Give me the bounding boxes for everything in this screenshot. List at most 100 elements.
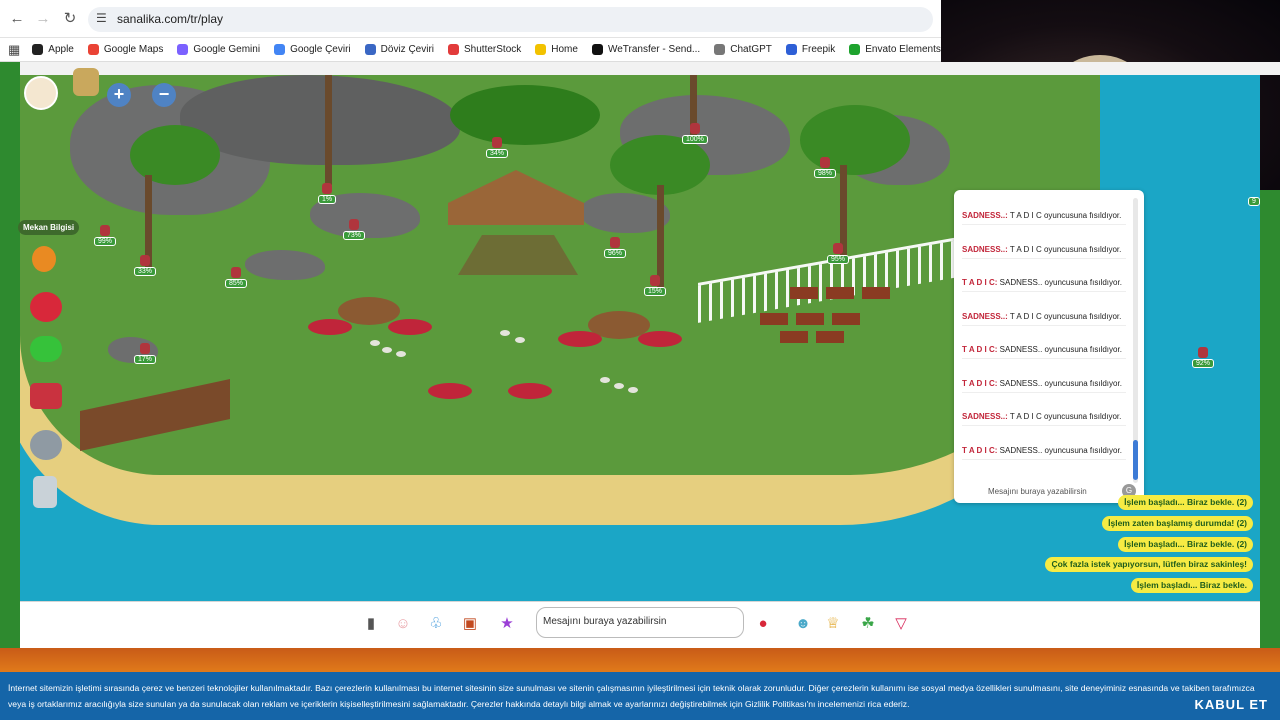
pet-icon[interactable]: ☻ [790,611,816,637]
bookmark-favicon-icon [535,44,547,55]
bookmark-favicon-icon [448,44,459,55]
bookmark-item[interactable]: Home [535,44,578,55]
chat-scroll-thumb[interactable] [1133,440,1138,480]
address-bar[interactable]: ☰ sanalika.com/tr/play [88,7,933,32]
bookmark-item[interactable]: Envato Elements:... [849,44,952,55]
settings-gear-icon[interactable] [30,430,62,460]
bookmark-favicon-icon [591,44,603,55]
phone-icon[interactable]: ▮ [358,611,384,637]
bookmark-item[interactable]: Google Maps [87,44,163,55]
bookmark-label: Freepik [801,44,836,55]
player-avatar-button[interactable] [24,76,58,110]
bookmark-item[interactable]: ChatGPT [714,44,772,55]
island-icon[interactable]: ☘ [855,611,881,637]
locked-item-marker[interactable]: 96% [604,237,627,258]
locked-item-marker[interactable]: 1% [318,183,337,204]
bookmark-label: WeTransfer - Send... [607,44,701,55]
system-notification: İşlem zaten başlamış durumda! (2) [1102,515,1253,531]
chat-message: T A D I C: SADNESS.. oyuncusuna fısıldıy… [962,445,1126,460]
jungle-border-left [0,62,20,672]
locked-item-marker[interactable]: 95% [827,243,850,264]
picnic-table[interactable] [338,297,400,325]
zoom-in-icon[interactable]: + [107,83,131,107]
bookmark-item[interactable]: Freepik [785,44,836,55]
emote-chat-icon[interactable]: ● [750,611,776,637]
locked-item-marker[interactable]: 9 [1248,197,1260,206]
locked-item-marker[interactable]: 17% [134,343,157,364]
cushion [388,319,432,335]
bookmark-label: ChatGPT [730,44,772,55]
chest-icon[interactable]: ▣ [457,611,483,637]
dance-icon[interactable]: ★ [494,611,520,637]
locked-item-marker[interactable]: 33% [134,255,157,276]
badge-icon[interactable] [73,68,99,96]
zoom-out-icon[interactable]: − [152,83,176,107]
locked-item-marker[interactable]: 98% [814,157,837,178]
bookmark-favicon-icon [714,44,726,55]
bookmark-item[interactable]: Google Gemini [177,44,260,55]
bookmark-favicon-icon [177,44,189,55]
reload-icon[interactable]: ↻ [60,9,80,29]
locked-item-marker[interactable]: 99% [94,225,117,246]
chat-sender: T A D I C: [962,378,998,388]
system-notification: İşlem başladı... Biraz bekle. [1130,578,1253,594]
block-icon[interactable] [30,292,62,322]
locked-item-marker[interactable]: 100% [682,123,708,144]
chat-message: T A D I C: SADNESS.. oyuncusuna fısıldıy… [962,378,1126,393]
system-notification: İşlem başladı... Biraz bekle. (2) [1118,495,1253,510]
back-icon[interactable]: ← [7,9,27,29]
chat-sender: T A D I C: [962,345,998,354]
bookmark-favicon-icon [785,44,797,55]
bookmark-favicon-icon [87,44,99,55]
chat-panel-input[interactable]: Mesajını buraya yazabilirsin [964,483,1119,501]
bookmark-item[interactable]: Döviz Çeviri [364,44,434,55]
chat-message: SADNESS..: T A D I C oyuncusuna fısıldıy… [962,210,1126,225]
shop-icon[interactable]: ▽ [888,611,914,637]
site-info-icon[interactable]: ☰ [96,11,107,25]
cushion [508,383,552,399]
cushion [638,331,682,347]
chat-sender: SADNESS..: [962,244,1008,254]
forward-icon[interactable]: → [33,9,53,29]
palm-trunk [840,165,847,255]
system-notification: İşlem başladı... Biraz bekle. (2) [1118,536,1253,552]
trophy-icon[interactable]: ♕ [820,611,846,637]
chat-panel: Mesajını buraya yazabilirsin G SADNESS..… [954,190,1144,503]
chat-message: SADNESS..: T A D I C oyuncusuna fısıldıy… [962,311,1126,326]
locked-item-marker[interactable]: 73% [343,219,366,240]
bookmark-item[interactable]: ShutterStock [448,44,521,55]
place-info-button[interactable] [32,246,56,272]
home-icon[interactable] [30,383,62,409]
bookmark-label: Envato Elements:... [865,44,952,55]
clipboard-icon[interactable] [33,476,57,508]
bookmark-favicon-icon [32,44,44,55]
apps-grid-icon[interactable]: ▦ [8,42,20,58]
bookmark-favicon-icon [274,44,286,55]
bookmark-label: ShutterStock [464,44,522,55]
chat-message: T A D I C: SADNESS.. oyuncusuna fısıldıy… [962,277,1126,292]
chat-text: T A D I C oyuncusuna fısıldıyor. [1009,412,1122,421]
chat-sender: T A D I C: [962,445,998,455]
locked-item-marker[interactable]: 92% [1192,347,1215,368]
bookmark-item[interactable]: Google Çeviri [274,44,351,55]
chat-bubble-icon[interactable] [30,336,62,362]
chat-input[interactable]: Mesajını buraya yazabilirsin [536,607,744,638]
locked-item-marker[interactable]: 15% [644,275,667,296]
cushion [428,383,472,399]
friends-icon[interactable]: ☺ [390,611,416,637]
bookmark-favicon-icon [849,44,861,55]
bookmark-label: Google Gemini [193,44,261,55]
clothes-icon[interactable]: ♧ [423,611,449,637]
bookmark-item[interactable]: Apple [32,44,74,55]
palm-tree [130,125,220,185]
locked-item-marker[interactable]: 85% [225,267,248,288]
bookmarks-bar: ▦ Apple Google Maps Google Gemini Google Çe… [0,38,952,62]
accept-cookies-button[interactable]: KABUL ET [1195,697,1268,713]
chat-text: SADNESS.. oyuncusuna fısıldıyor. [999,345,1122,354]
system-notification: Çok fazla istek yapıyorsun, lütfen biraz… [1045,557,1253,573]
cushion [558,331,602,347]
bookmark-item[interactable]: WeTransfer - Send... [591,44,701,55]
locked-item-marker[interactable]: 34% [486,137,509,158]
chat-message: SADNESS..: T A D I C oyuncusuna fısıldıy… [962,244,1126,259]
jungle-footer [0,648,1280,672]
